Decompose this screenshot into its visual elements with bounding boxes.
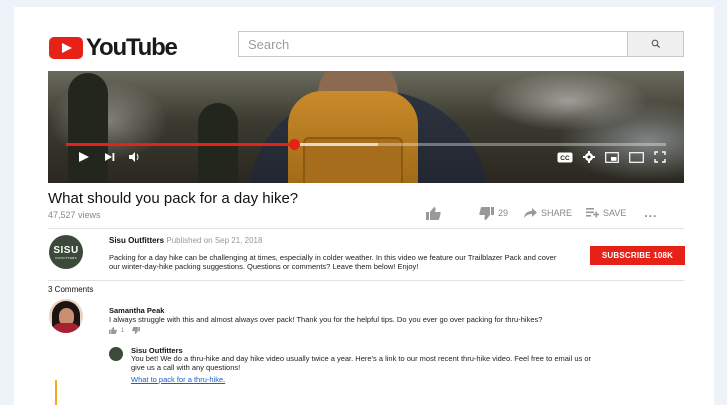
- video-actions: 29 SHARE SAVE ...: [426, 206, 657, 220]
- comment-actions: 1: [109, 327, 141, 334]
- theater-mode-icon[interactable]: [629, 151, 644, 163]
- playlist-add-icon: [586, 208, 600, 218]
- more-actions-button[interactable]: ...: [644, 206, 657, 220]
- like-button[interactable]: [426, 206, 441, 220]
- comment-like-count: 1: [121, 327, 125, 334]
- reply-link[interactable]: What to pack for a thru-hike.: [131, 375, 225, 384]
- video-title: What should you pack for a day hike?: [48, 190, 299, 207]
- thumbs-down-icon: [479, 206, 494, 220]
- play-icon[interactable]: [78, 151, 90, 163]
- settings-gear-icon[interactable]: [583, 151, 595, 163]
- channel-logo-text: SISU: [53, 244, 79, 256]
- youtube-logo[interactable]: YouTube: [49, 34, 178, 62]
- search-button[interactable]: [627, 32, 683, 56]
- text-cursor: [55, 380, 57, 405]
- channel-name[interactable]: Sisu Outfitters: [109, 236, 164, 245]
- fullscreen-icon[interactable]: [654, 151, 666, 163]
- played-bar: [66, 143, 294, 146]
- comment-author[interactable]: Samantha Peak: [109, 306, 164, 315]
- next-icon[interactable]: [104, 151, 116, 163]
- comment-like-icon[interactable]: [109, 327, 117, 334]
- dislike-count: 29: [498, 208, 509, 218]
- share-label: SHARE: [541, 208, 573, 218]
- miniplayer-icon[interactable]: [605, 151, 619, 163]
- reply-avatar[interactable]: [109, 347, 123, 361]
- divider: [48, 280, 684, 281]
- divider: [48, 228, 684, 229]
- logo-text: YouTube: [86, 34, 178, 61]
- player-controls-right: CC: [557, 151, 666, 163]
- share-arrow-icon: [524, 208, 538, 218]
- thumbs-up-icon: [426, 206, 441, 220]
- comment-text: I always struggle with this and almost a…: [109, 315, 543, 324]
- dislike-button[interactable]: 29: [479, 206, 509, 220]
- publish-date: Published on Sep 21, 2018: [166, 236, 263, 245]
- video-description: Packing for a day hike can be challengin…: [109, 253, 557, 271]
- commenter-avatar[interactable]: [49, 299, 83, 333]
- tree-silhouette: [68, 73, 108, 183]
- subscribe-button[interactable]: SUBSCRIBE 108K: [590, 246, 685, 265]
- more-dots-icon: ...: [644, 206, 658, 220]
- search-icon: [651, 39, 660, 49]
- comment-count: 3 Comments: [48, 285, 94, 294]
- search-bar: [238, 31, 684, 57]
- channel-meta: Sisu Outfitters Published on Sep 21, 201…: [109, 236, 262, 245]
- save-button[interactable]: SAVE: [586, 208, 626, 218]
- search-input[interactable]: [239, 32, 627, 56]
- comment-dislike-icon[interactable]: [132, 327, 141, 334]
- progress-bar[interactable]: [66, 139, 666, 150]
- share-button[interactable]: SHARE: [524, 208, 572, 218]
- save-label: SAVE: [603, 208, 627, 218]
- view-count: 47,527 views: [48, 210, 101, 220]
- channel-avatar[interactable]: SISU OUTFITTERS: [49, 235, 83, 269]
- avatar-shirt: [51, 323, 81, 333]
- reply-text: You bet! We do a thru-hike and day hike …: [131, 354, 592, 372]
- page: YouTube Search CC What should you pack f…: [14, 7, 714, 405]
- video-player[interactable]: CC: [48, 71, 684, 183]
- cc-icon[interactable]: CC: [557, 152, 573, 163]
- channel-logo-subtext: OUTFITTERS: [55, 255, 77, 260]
- play-logo-icon: [49, 37, 83, 59]
- cc-label: CC: [560, 155, 570, 162]
- scrubber-handle[interactable]: [289, 139, 300, 150]
- volume-icon[interactable]: [128, 151, 140, 163]
